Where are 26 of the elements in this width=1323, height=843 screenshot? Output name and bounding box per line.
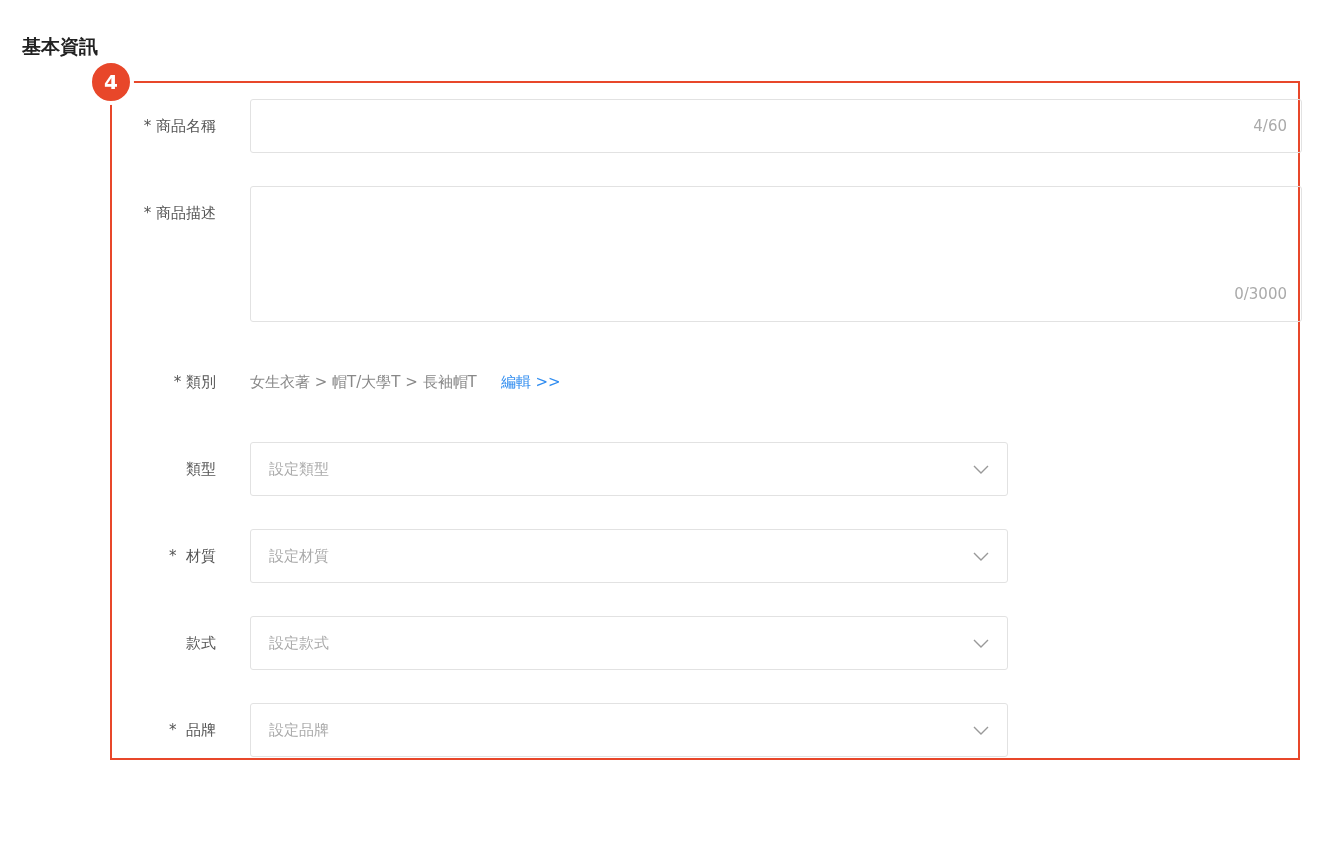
section-heading: 基本資訊 [22,34,99,59]
field-label: 款式 [185,632,216,654]
dropdown-placeholder: 設定材質 [269,545,329,567]
textarea-field[interactable]: 0/3000 [250,186,1302,322]
dropdown-placeholder: 設定品牌 [269,719,329,741]
category-path: 女生衣著 > 帽T/大學T > 長袖帽T [250,371,477,393]
edit-link[interactable]: 編輯 >> [500,370,561,394]
dropdown-placeholder: 設定款式 [269,632,329,654]
text-input-field[interactable]: 4/60 [250,99,1302,153]
field-label: 類型 [185,458,216,480]
field-label: * 品牌 [167,719,216,741]
field-label: * 材質 [167,545,216,567]
character-counter: 4/60 [1253,115,1287,137]
field-label: * 商品描述 [142,203,216,224]
dropdown-placeholder: 設定類型 [269,458,329,480]
field-label: * 類別 [172,371,216,393]
dropdown-field[interactable]: 設定款式 [250,616,1008,670]
character-counter: 0/3000 [1234,283,1287,305]
chevron-down-icon [973,725,989,735]
chevron-down-icon [973,551,989,561]
dropdown-field[interactable]: 設定品牌 [250,703,1008,757]
chevron-down-icon [973,638,989,648]
chevron-down-icon [973,464,989,474]
dropdown-field[interactable]: 設定材質 [250,529,1008,583]
dropdown-field[interactable]: 設定類型 [250,442,1008,496]
field-label: * 商品名稱 [142,115,216,137]
